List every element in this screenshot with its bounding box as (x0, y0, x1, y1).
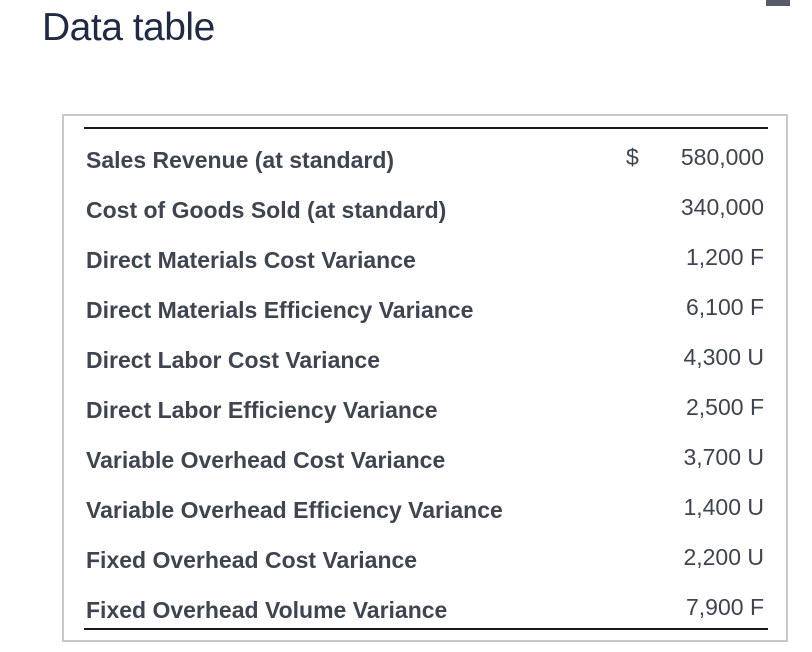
table-row: Direct Materials Efficiency Variance 6,1… (86, 286, 766, 336)
table-row: Direct Labor Cost Variance 4,300 U (86, 336, 766, 386)
row-label: Sales Revenue (at standard) (86, 147, 395, 173)
row-value: 340,000 (680, 194, 764, 220)
page-title: Data table (42, 6, 215, 49)
currency-symbol: $ (626, 144, 639, 170)
window-edge-mark (766, 0, 790, 6)
row-value: 6,100 F (686, 294, 764, 320)
table-row: Sales Revenue (at standard) $ 580,000 (86, 136, 766, 186)
row-label: Fixed Overhead Cost Variance (86, 547, 418, 573)
table-bottom-rule (84, 628, 768, 630)
row-value: 4,300 U (683, 344, 764, 370)
row-value: 3,700 U (683, 444, 764, 470)
data-table: Sales Revenue (at standard) $ 580,000 Co… (86, 136, 766, 636)
row-label: Fixed Overhead Volume Variance (86, 597, 448, 623)
row-label: Direct Materials Cost Variance (86, 247, 416, 273)
row-value: 1,200 F (686, 244, 764, 270)
row-label: Cost of Goods Sold (at standard) (86, 197, 447, 223)
row-label: Variable Overhead Cost Variance (86, 447, 446, 473)
table-row: Direct Materials Cost Variance 1,200 F (86, 236, 766, 286)
table-row: Variable Overhead Efficiency Variance 1,… (86, 486, 766, 536)
row-value: 580,000 (680, 144, 764, 170)
data-table-page: Data table Sales Revenue (at standard) $… (0, 0, 812, 652)
row-value: 2,500 F (686, 394, 764, 420)
table-row: Cost of Goods Sold (at standard) 340,000 (86, 186, 766, 236)
row-label: Direct Materials Efficiency Variance (86, 297, 474, 323)
row-label: Variable Overhead Efficiency Variance (86, 497, 503, 523)
table-row: Direct Labor Efficiency Variance 2,500 F (86, 386, 766, 436)
row-label: Direct Labor Efficiency Variance (86, 397, 438, 423)
row-label: Direct Labor Cost Variance (86, 347, 380, 373)
row-value: 1,400 U (683, 494, 764, 520)
table-top-rule (84, 127, 768, 129)
table-row: Fixed Overhead Cost Variance 2,200 U (86, 536, 766, 586)
row-value: 2,200 U (683, 544, 764, 570)
table-row: Variable Overhead Cost Variance 3,700 U (86, 436, 766, 486)
row-value: 7,900 F (686, 594, 764, 620)
